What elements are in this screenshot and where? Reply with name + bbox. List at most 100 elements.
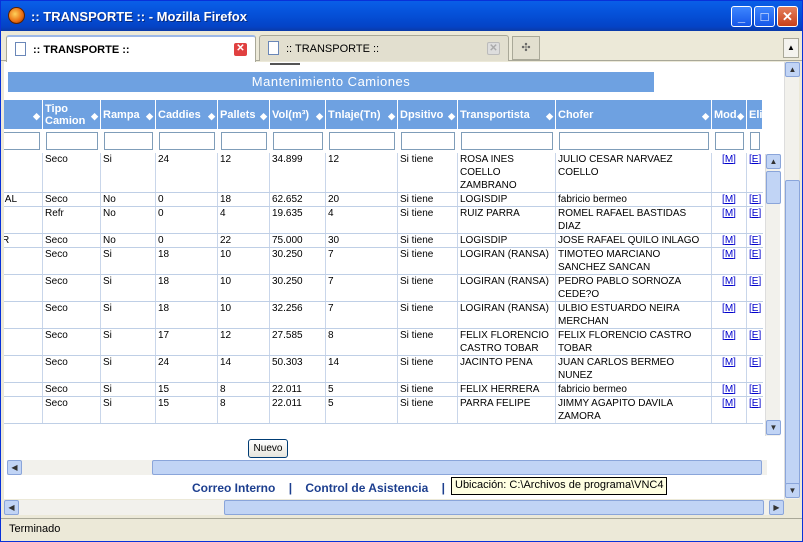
col-header-pallets[interactable]: Pallets ◆ bbox=[217, 99, 270, 130]
tab-transporte-2[interactable]: :: TRANSPORTE :: ✕ bbox=[259, 35, 509, 61]
modify-link[interactable]: [M] bbox=[722, 303, 736, 314]
cell-tipo: Seco bbox=[42, 301, 101, 329]
filter-transportista-input[interactable] bbox=[460, 132, 553, 150]
table-row: RSecoNo02275.00030Si tieneLOGISDIPJOSE R… bbox=[4, 233, 763, 248]
sort-icon[interactable]: ◆ bbox=[702, 110, 709, 122]
link-correo-interno[interactable]: Correo Interno bbox=[192, 481, 275, 495]
col-header-tipo-camion[interactable]: Tipo Camion ◆ bbox=[42, 99, 101, 130]
filter-vol-input[interactable] bbox=[272, 132, 323, 150]
modify-link[interactable]: [M] bbox=[722, 330, 736, 341]
cell-pallets: 4 bbox=[217, 206, 270, 234]
filter-input[interactable] bbox=[4, 132, 40, 150]
col-header-transportista[interactable]: Transportista ◆ bbox=[457, 99, 556, 130]
modify-link[interactable]: [M] bbox=[722, 357, 736, 368]
col-header-rampa[interactable]: Rampa ◆ bbox=[100, 99, 156, 130]
scroll-thumb[interactable] bbox=[224, 500, 764, 515]
sort-icon[interactable]: ◆ bbox=[448, 110, 455, 122]
delete-link[interactable]: [E] bbox=[749, 208, 761, 219]
grid-horizontal-scrollbar[interactable]: ◀ bbox=[7, 460, 767, 475]
delete-link[interactable]: [E] bbox=[749, 249, 761, 260]
filter-chofer-input[interactable] bbox=[558, 132, 709, 150]
delete-link[interactable]: [E] bbox=[749, 357, 761, 368]
col-header-vol[interactable]: Vol(m³) ◆ bbox=[269, 99, 326, 130]
nuevo-button[interactable]: Nuevo bbox=[248, 439, 288, 458]
col-header-tonelaje[interactable]: Tnlaje(Tn) ◆ bbox=[325, 99, 398, 130]
filter-mod-input[interactable] bbox=[714, 132, 744, 150]
filter-pallets-input[interactable] bbox=[220, 132, 267, 150]
scroll-thumb[interactable] bbox=[766, 171, 781, 204]
col-header-caddies[interactable]: Caddies ◆ bbox=[155, 99, 218, 130]
scroll-down-icon[interactable]: ▼ bbox=[766, 420, 781, 435]
cell-chofer: fabricio bermeo bbox=[555, 382, 712, 397]
sort-icon[interactable]: ◆ bbox=[146, 110, 153, 122]
sort-icon[interactable]: ◆ bbox=[316, 110, 323, 122]
scroll-thumb[interactable] bbox=[152, 460, 762, 475]
delete-link[interactable]: [E] bbox=[749, 398, 761, 409]
tab-transporte-1[interactable]: :: TRANSPORTE :: ✕ bbox=[6, 35, 256, 62]
delete-link[interactable]: [E] bbox=[749, 330, 761, 341]
scroll-down-icon[interactable]: ▼ bbox=[785, 483, 800, 498]
sort-icon[interactable]: ◆ bbox=[388, 110, 395, 122]
modify-link[interactable]: [M] bbox=[722, 235, 736, 246]
delete-link[interactable]: [E] bbox=[749, 276, 761, 287]
col-header-chofer[interactable]: Chofer ◆ bbox=[555, 99, 712, 130]
sort-icon[interactable]: ◆ bbox=[260, 110, 267, 122]
filter-rampa-input[interactable] bbox=[103, 132, 153, 150]
sort-icon[interactable]: ◆ bbox=[91, 110, 98, 122]
filter-caddies-input[interactable] bbox=[158, 132, 215, 150]
cell-caddies: 15 bbox=[155, 396, 218, 424]
filter-tipo-input[interactable] bbox=[45, 132, 98, 150]
col-header-mod[interactable]: Mod ◆ bbox=[711, 99, 747, 130]
link-control-asistencia[interactable]: Control de Asistencia bbox=[305, 481, 428, 495]
sort-icon[interactable]: ◆ bbox=[208, 110, 215, 122]
cell-vol: 34.899 bbox=[269, 152, 326, 193]
cell-tn: 12 bbox=[325, 152, 398, 193]
sort-icon[interactable]: ◆ bbox=[33, 110, 40, 122]
filter-tonelaje-input[interactable] bbox=[328, 132, 395, 150]
scroll-up-icon[interactable]: ▲ bbox=[766, 154, 781, 169]
col-header-eli[interactable]: Eli bbox=[746, 99, 763, 130]
modify-link[interactable]: [M] bbox=[722, 384, 736, 395]
filter-eli-input[interactable] bbox=[749, 132, 760, 150]
cell-c0 bbox=[4, 382, 43, 397]
title-bar[interactable]: :: TRANSPORTE :: - Mozilla Firefox _ □ ✕ bbox=[1, 1, 802, 31]
modify-link[interactable]: [M] bbox=[722, 398, 736, 409]
modify-link[interactable]: [M] bbox=[722, 194, 736, 205]
col-header-0[interactable]: ◆ bbox=[4, 99, 43, 130]
sort-icon[interactable]: ◆ bbox=[546, 110, 553, 122]
sort-icon[interactable]: ◆ bbox=[737, 110, 744, 122]
cell-transp: JACINTO PENA bbox=[457, 355, 556, 383]
modify-link[interactable]: [M] bbox=[722, 154, 736, 165]
close-tab-icon[interactable]: ✕ bbox=[487, 42, 500, 55]
delete-link[interactable]: [E] bbox=[749, 235, 761, 246]
delete-link[interactable]: [E] bbox=[749, 154, 761, 165]
scroll-left-icon[interactable]: ◀ bbox=[7, 460, 22, 475]
scroll-left-icon[interactable]: ◀ bbox=[4, 500, 19, 515]
cell-c0 bbox=[4, 355, 43, 383]
cell-rampa: No bbox=[100, 206, 156, 234]
scroll-thumb[interactable] bbox=[785, 180, 800, 485]
tab-list-arrow-icon[interactable]: ▲ bbox=[783, 38, 799, 58]
page-horizontal-scrollbar[interactable]: ◀ ▶ bbox=[4, 500, 784, 515]
close-tab-icon[interactable]: ✕ bbox=[234, 43, 247, 56]
grid-vertical-scrollbar[interactable]: ▲ ▼ bbox=[765, 154, 781, 436]
delete-link[interactable]: [E] bbox=[749, 194, 761, 205]
delete-link[interactable]: [E] bbox=[749, 303, 761, 314]
filter-dispositivo-input[interactable] bbox=[400, 132, 455, 150]
modify-link[interactable]: [M] bbox=[722, 208, 736, 219]
new-tab-button[interactable]: ✣ bbox=[512, 36, 540, 60]
cell-disp: Si tiene bbox=[397, 396, 458, 424]
scroll-right-icon[interactable]: ▶ bbox=[769, 500, 784, 515]
modify-link[interactable]: [M] bbox=[722, 276, 736, 287]
scroll-up-icon[interactable]: ▲ bbox=[785, 62, 800, 77]
cell-vol: 30.250 bbox=[269, 274, 326, 302]
minimize-button[interactable]: _ bbox=[731, 6, 752, 27]
cell-tipo: Seco bbox=[42, 355, 101, 383]
modify-link[interactable]: [M] bbox=[722, 249, 736, 260]
page-vertical-scrollbar[interactable]: ▲ ▼ bbox=[784, 62, 800, 499]
col-header-dispositivo[interactable]: Dpsitivo ◆ bbox=[397, 99, 458, 130]
delete-link[interactable]: [E] bbox=[749, 384, 761, 395]
cell-eli: [E] bbox=[746, 247, 763, 275]
maximize-button[interactable]: □ bbox=[754, 6, 775, 27]
close-button[interactable]: ✕ bbox=[777, 6, 798, 27]
